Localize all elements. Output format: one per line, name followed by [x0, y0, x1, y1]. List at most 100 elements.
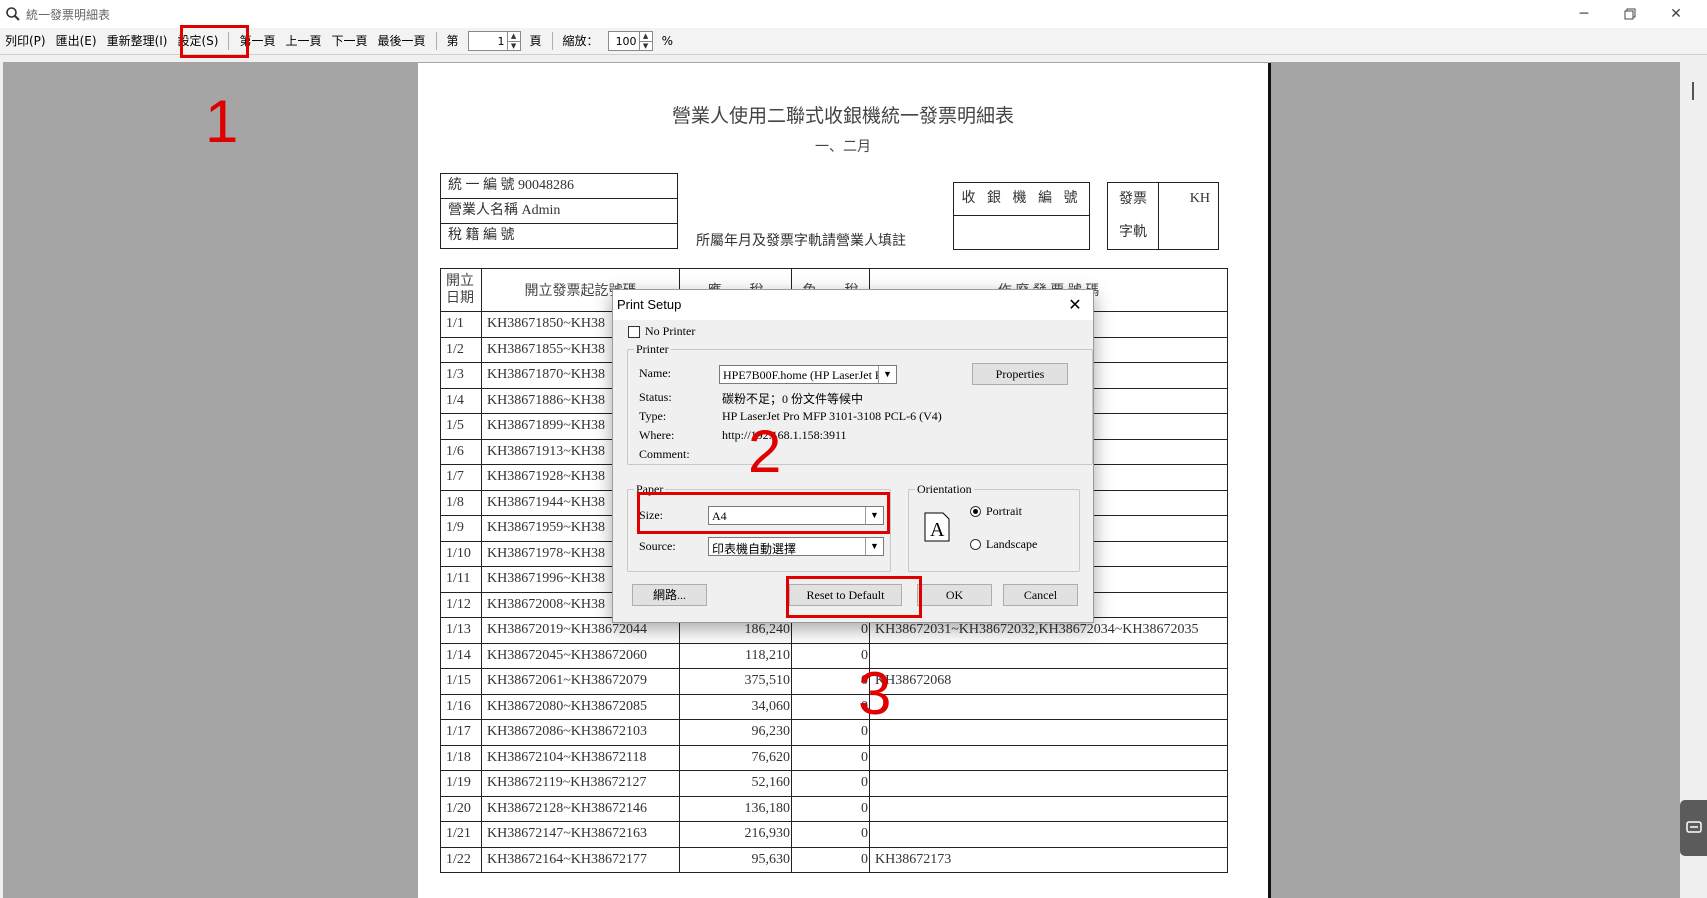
- cell-range: KH38672061~KH38672079: [481, 668, 680, 695]
- header-date: 開立日期: [440, 268, 482, 312]
- properties-button[interactable]: Properties: [972, 363, 1068, 385]
- cell-date: 1/12: [440, 591, 482, 618]
- cell-date: 1/19: [440, 770, 482, 797]
- last-page-button[interactable]: 最後一頁: [373, 30, 431, 52]
- cell-exempt: 0: [791, 770, 870, 797]
- cancel-button[interactable]: Cancel: [1003, 584, 1078, 606]
- paper-source-value: 印表機自動選擇: [712, 542, 797, 556]
- cell-exempt: 0: [791, 744, 870, 771]
- paper-source-select[interactable]: 印表機自動選擇 ▼: [708, 537, 884, 556]
- portrait-radio[interactable]: [970, 506, 981, 517]
- window-titlebar: 統一發票明細表 ─ ✕: [0, 0, 1707, 28]
- minimize-icon[interactable]: ─: [1561, 0, 1607, 28]
- cell-void: KH38672068: [869, 668, 1228, 695]
- next-page-button[interactable]: 下一頁: [326, 30, 372, 52]
- landscape-label: Landscape: [986, 537, 1038, 551]
- orientation-group-label: Orientation: [915, 482, 974, 497]
- cell-date: 1/14: [440, 642, 482, 669]
- landscape-radio[interactable]: [970, 539, 981, 550]
- cell-date: 1/20: [440, 795, 482, 822]
- page-number-input[interactable]: [468, 33, 507, 49]
- spin-up-icon[interactable]: ▲: [640, 32, 652, 41]
- magnifier-app-icon: [4, 5, 22, 23]
- source-label: Source:: [639, 539, 676, 553]
- cell-void: [869, 744, 1228, 771]
- cell-range: KH38672119~KH38672127: [481, 770, 680, 797]
- invoice-track-value: KH: [1189, 191, 1210, 206]
- portrait-label: Portrait: [986, 504, 1022, 518]
- spin-up-icon[interactable]: ▲: [508, 32, 520, 41]
- cell-date: 1/21: [440, 821, 482, 848]
- cell-taxable: 52,160: [679, 770, 792, 797]
- tax-id: 統 一 編 號 90048286: [448, 178, 574, 193]
- cell-exempt: 0: [791, 821, 870, 848]
- portrait-page-icon: A: [924, 512, 950, 546]
- annotation-number-2: 2: [748, 418, 782, 485]
- prev-page-button[interactable]: 上一頁: [280, 30, 326, 52]
- cell-void: [869, 821, 1228, 848]
- cell-date: 1/6: [440, 438, 482, 465]
- cell-date: 1/18: [440, 744, 482, 771]
- cell-date: 1/16: [440, 693, 482, 720]
- toolbar-divider: [435, 32, 437, 50]
- page-prefix-label: 第: [446, 34, 459, 48]
- export-menu[interactable]: 匯出(E): [51, 30, 102, 52]
- cell-date: 1/3: [440, 362, 482, 389]
- page-stepper[interactable]: ▲▼: [467, 31, 521, 51]
- cell-void: [869, 642, 1228, 669]
- cell-range: KH38672080~KH38672085: [481, 693, 680, 720]
- cell-void: [869, 770, 1228, 797]
- zoom-input[interactable]: [608, 33, 639, 49]
- annotation-number-1: 1: [205, 88, 239, 155]
- ok-button[interactable]: OK: [917, 584, 992, 606]
- table-row: 1/18 KH38672104~KH38672118 76,620 0: [440, 744, 1228, 771]
- invoice-track-label: 發票 字軌: [1108, 183, 1159, 249]
- table-row: 1/17 KH38672086~KH38672103 96,230 0: [440, 719, 1228, 746]
- annotation-number-3: 3: [858, 660, 892, 727]
- no-printer-checkbox[interactable]: [628, 326, 640, 338]
- cell-date: 1/1: [440, 311, 482, 338]
- type-label: Type:: [639, 409, 667, 423]
- cell-taxable: 118,210: [679, 642, 792, 669]
- cell-date: 1/8: [440, 489, 482, 516]
- zoom-stepper[interactable]: ▲▼: [607, 31, 653, 51]
- no-printer-label: No Printer: [645, 324, 696, 338]
- restore-icon[interactable]: [1607, 0, 1653, 28]
- vertical-scrollbar[interactable]: [1680, 62, 1707, 898]
- print-menu[interactable]: 列印(P): [0, 30, 51, 52]
- refresh-menu[interactable]: 重新整理(I): [102, 30, 173, 52]
- cell-taxable: 375,510: [679, 668, 792, 695]
- cell-date: 1/17: [440, 719, 482, 746]
- spin-down-icon[interactable]: ▼: [639, 40, 652, 51]
- chevron-down-icon[interactable]: ▼: [878, 366, 896, 383]
- cell-range: KH38672164~KH38672177: [481, 846, 680, 873]
- chevron-down-icon[interactable]: ▼: [865, 538, 883, 555]
- track-label-line2: 字軌: [1119, 225, 1147, 240]
- cell-date: 1/15: [440, 668, 482, 695]
- close-icon[interactable]: ✕: [1653, 0, 1699, 28]
- side-panel-tab[interactable]: [1680, 800, 1707, 856]
- cell-taxable: 34,060: [679, 693, 792, 720]
- cell-date: 1/9: [440, 515, 482, 542]
- cell-taxable: 76,620: [679, 744, 792, 771]
- status-label: Status:: [639, 390, 672, 404]
- network-button[interactable]: 網路...: [632, 584, 707, 606]
- annotation-box-reset: [786, 576, 922, 618]
- cell-exempt: 0: [791, 846, 870, 873]
- dialog-close-icon[interactable]: ✕: [1063, 294, 1087, 316]
- printer-name-select[interactable]: HPE7B00F.home (HP LaserJet Pro MFP 31( ▼: [719, 365, 897, 384]
- cell-void: [869, 719, 1228, 746]
- zoom-unit-label: %: [661, 34, 673, 48]
- table-row: 1/14 KH38672045~KH38672060 118,210 0: [440, 642, 1228, 669]
- cell-taxable: 95,630: [679, 846, 792, 873]
- cell-taxable: 216,930: [679, 821, 792, 848]
- spin-down-icon[interactable]: ▼: [507, 40, 520, 51]
- page-suffix-label: 頁: [529, 34, 542, 48]
- report-period: 一、二月: [815, 140, 871, 155]
- table-row: 1/20 KH38672128~KH38672146 136,180 0: [440, 795, 1228, 822]
- cell-taxable: 96,230: [679, 719, 792, 746]
- scrollbar-thumb[interactable]: [1692, 82, 1694, 100]
- printer-group-label: Printer: [634, 342, 671, 357]
- dialog-titlebar: Print Setup ✕: [613, 290, 1093, 320]
- cell-void: KH38672173: [869, 846, 1228, 873]
